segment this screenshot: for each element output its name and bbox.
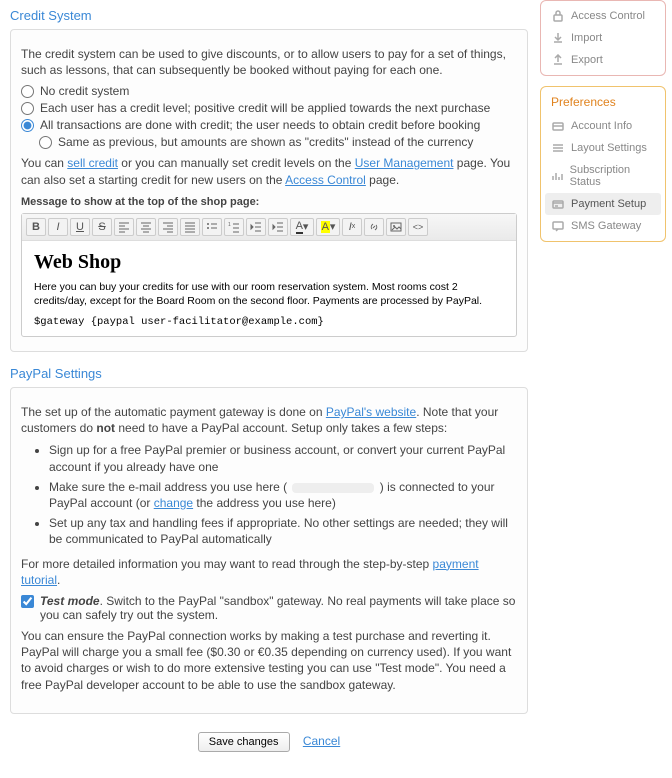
step-1: Sign up for a free PayPal premier or bus…: [49, 442, 517, 474]
editor-desc: Here you can buy your credits for use wi…: [34, 280, 504, 308]
outdent-button[interactable]: [246, 218, 266, 236]
strike-button[interactable]: S: [92, 218, 112, 236]
test-mode-label: Test mode: [40, 594, 100, 608]
credit-opt-credits-unit[interactable]: [39, 136, 52, 149]
text: You can: [21, 156, 67, 170]
font-color-button[interactable]: A▾: [290, 218, 314, 236]
paypal-website-link[interactable]: PayPal's website: [326, 405, 416, 419]
credit-opt-none-label: No credit system: [40, 84, 129, 98]
clear-format-button[interactable]: Ix: [342, 218, 362, 236]
chart-icon: [551, 170, 564, 182]
sidebar-item-label: SMS Gateway: [571, 220, 641, 232]
lock-icon: [551, 10, 565, 22]
align-justify-button[interactable]: [180, 218, 200, 236]
test-mode-checkbox[interactable]: [21, 595, 34, 608]
link-button[interactable]: [364, 218, 384, 236]
align-left-button[interactable]: [114, 218, 134, 236]
more-info: For more detailed information you may wa…: [21, 556, 517, 588]
editor-heading: Web Shop: [34, 251, 504, 274]
export-icon: [551, 54, 565, 66]
credit-opt-credits-unit-label: Same as previous, but amounts are shown …: [58, 135, 473, 149]
paypal-panel: The set up of the automatic payment gate…: [10, 387, 528, 714]
sidebar-item-label: Access Control: [571, 10, 645, 22]
sidebar-item-payment[interactable]: Payment Setup: [545, 193, 661, 215]
text: or you can manually set credit levels on…: [118, 156, 355, 170]
paypal-intro: The set up of the automatic payment gate…: [21, 404, 517, 436]
sidebar-item-layout[interactable]: Layout Settings: [545, 137, 661, 159]
text: page.: [366, 173, 399, 187]
text: The set up of the automatic payment gate…: [21, 405, 326, 419]
sidebar-item-label: Payment Setup: [571, 198, 646, 210]
sell-credit-link[interactable]: sell credit: [67, 156, 118, 170]
text: . Switch to the PayPal "sandbox" gateway…: [40, 594, 515, 622]
setup-steps: Sign up for a free PayPal premier or bus…: [21, 442, 517, 547]
underline-button[interactable]: U: [70, 218, 90, 236]
test-mode-text: Test mode. Switch to the PayPal "sandbox…: [40, 594, 517, 622]
preferences-title: Preferences: [545, 91, 661, 115]
text: need to have a PayPal account. Setup onl…: [115, 421, 447, 435]
access-control-link[interactable]: Access Control: [285, 173, 366, 187]
rich-text-editor: B I U S 1 A▾ A▾ Ix <>: [21, 213, 517, 337]
credit-opt-level-label: Each user has a credit level; positive c…: [40, 101, 490, 115]
editor-content[interactable]: Web Shop Here you can buy your credits f…: [22, 241, 516, 336]
image-button[interactable]: [386, 218, 406, 236]
list-ul-button[interactable]: [202, 218, 222, 236]
step-3: Set up any tax and handling fees if appr…: [49, 515, 517, 547]
admin-box: Access Control Import Export: [540, 0, 666, 76]
credit-help: You can sell credit or you can manually …: [21, 155, 517, 187]
message-label: Message to show at the top of the shop p…: [21, 196, 517, 211]
sidebar-item-label: Subscription Status: [570, 164, 655, 188]
credit-opt-level[interactable]: [21, 102, 34, 115]
sidebar-item-account[interactable]: Account Info: [545, 115, 661, 137]
indent-button[interactable]: [268, 218, 288, 236]
credit-opt-all-label: All transactions are done with credit; t…: [40, 118, 480, 132]
credit-opt-all[interactable]: [21, 119, 34, 132]
payment-icon: [551, 198, 565, 210]
svg-text:1: 1: [228, 222, 231, 228]
sidebar-item-export[interactable]: Export: [545, 49, 661, 71]
sms-icon: [551, 220, 565, 232]
credit-opt-none[interactable]: [21, 85, 34, 98]
text: .: [57, 573, 60, 587]
sidebar-item-label: Export: [571, 54, 603, 66]
source-button[interactable]: <>: [408, 218, 428, 236]
text: Make sure the e-mail address you use her…: [49, 480, 290, 494]
credit-system-panel: The credit system can be used to give di…: [10, 29, 528, 352]
italic-button[interactable]: I: [48, 218, 68, 236]
step-2: Make sure the e-mail address you use her…: [49, 479, 517, 511]
save-button[interactable]: Save changes: [198, 732, 290, 752]
editor-gateway: $gateway {paypal user-facilitator@exampl…: [34, 316, 504, 328]
sidebar-item-label: Import: [571, 32, 602, 44]
sidebar-item-subscription[interactable]: Subscription Status: [545, 159, 661, 193]
align-right-button[interactable]: [158, 218, 178, 236]
list-ol-button[interactable]: 1: [224, 218, 244, 236]
verify-text: You can ensure the PayPal connection wor…: [21, 628, 517, 693]
paypal-settings-title: PayPal Settings: [10, 366, 528, 381]
import-icon: [551, 32, 565, 44]
sidebar-item-sms[interactable]: SMS Gateway: [545, 215, 661, 237]
bg-color-button[interactable]: A▾: [316, 218, 340, 236]
not-bold: not: [96, 421, 115, 435]
card-icon: [551, 120, 565, 132]
credit-system-title: Credit System: [10, 8, 528, 23]
redacted-email: [292, 483, 374, 493]
preferences-box: Preferences Account Info Layout Settings…: [540, 86, 666, 242]
bold-button[interactable]: B: [26, 218, 46, 236]
user-management-link[interactable]: User Management: [355, 156, 454, 170]
text: the address you use here): [193, 496, 336, 510]
sidebar-item-import[interactable]: Import: [545, 27, 661, 49]
sidebar-item-label: Layout Settings: [571, 142, 647, 154]
editor-toolbar: B I U S 1 A▾ A▾ Ix <>: [22, 214, 516, 241]
text: For more detailed information you may wa…: [21, 557, 433, 571]
layout-icon: [551, 142, 565, 154]
sidebar-item-label: Account Info: [571, 120, 632, 132]
credit-intro: The credit system can be used to give di…: [21, 46, 517, 78]
cancel-link[interactable]: Cancel: [303, 734, 340, 748]
align-center-button[interactable]: [136, 218, 156, 236]
change-email-link[interactable]: change: [154, 496, 193, 510]
sidebar-item-access-control[interactable]: Access Control: [545, 5, 661, 27]
